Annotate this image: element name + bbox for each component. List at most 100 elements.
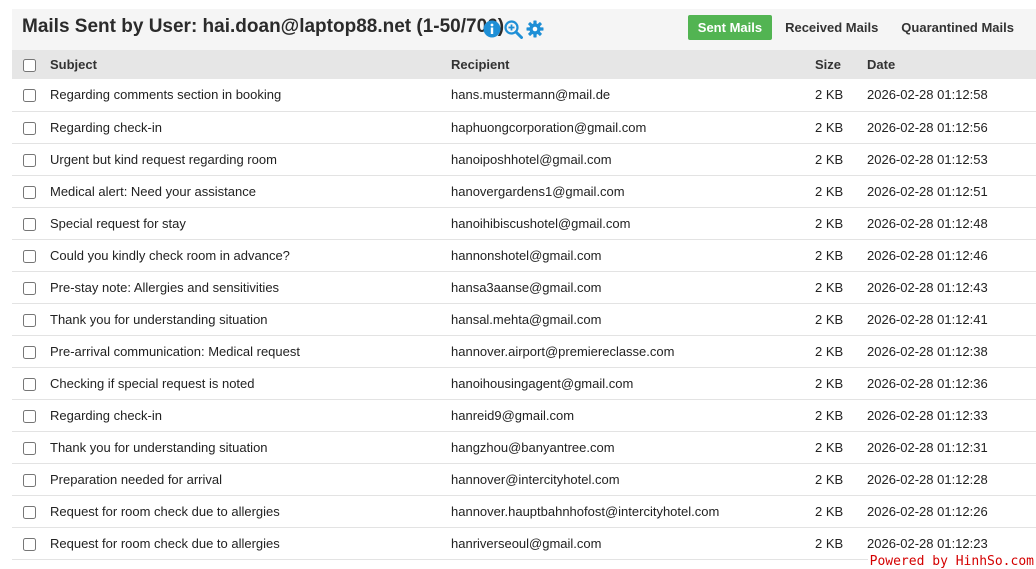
tab-sent-mails[interactable]: Sent Mails <box>687 15 773 40</box>
cell-size: 2 KB <box>815 535 844 551</box>
cell-date: 2026-02-28 01:12:41 <box>867 311 988 327</box>
row-select-cell <box>12 175 50 207</box>
table-row[interactable]: Could you kindly check room in advance? h… <box>12 239 1036 271</box>
table-row[interactable]: Regarding comments section in booking han… <box>12 79 1036 111</box>
column-header-recipient[interactable]: Recipient <box>451 50 815 79</box>
column-header-date[interactable]: Date <box>867 50 1036 79</box>
row-checkbox[interactable] <box>23 153 36 167</box>
row-checkbox[interactable] <box>23 281 36 295</box>
table-row[interactable]: Special request for stay hanoihibiscushot… <box>12 207 1036 239</box>
row-select-cell <box>12 207 50 239</box>
row-checkbox[interactable] <box>23 249 36 263</box>
powered-by-footer: Powered by HinhSo.com <box>867 554 1036 569</box>
cell-subject[interactable]: Regarding comments section in booking <box>50 79 451 111</box>
cell-subject[interactable]: Urgent but kind request regarding room <box>50 143 451 175</box>
cell-size: 2 KB <box>815 119 844 135</box>
cell-recipient: hanoiposhhotel@gmail.com <box>451 151 612 167</box>
mail-panel: Mails Sent by User: hai.doan@laptop88.ne… <box>12 9 1036 569</box>
info-icon[interactable] <box>483 20 501 39</box>
cell-subject[interactable]: Special request for stay <box>50 207 451 239</box>
zoom-in-icon[interactable] <box>504 20 523 39</box>
row-select-cell <box>12 335 50 367</box>
row-select-cell <box>12 431 50 463</box>
table-row[interactable]: Pre-arrival communication: Medical reque… <box>12 335 1036 367</box>
cell-date: 2026-02-28 01:12:58 <box>867 87 988 103</box>
row-select-cell <box>12 143 50 175</box>
gear-icon[interactable] <box>526 20 544 39</box>
table-row[interactable]: Thank you for understanding situation han… <box>12 431 1036 463</box>
row-checkbox[interactable] <box>23 345 36 359</box>
row-checkbox[interactable] <box>23 409 36 423</box>
table-row[interactable]: Urgent but kind request regarding room ha… <box>12 143 1036 175</box>
row-checkbox[interactable] <box>23 505 36 519</box>
table-row[interactable]: Pre-stay note: Allergies and sensitiviti… <box>12 271 1036 303</box>
row-checkbox[interactable] <box>23 441 36 455</box>
row-checkbox[interactable] <box>23 377 36 391</box>
cell-date: 2026-02-28 01:12:38 <box>867 343 988 359</box>
cell-recipient: hannonshotel@gmail.com <box>451 247 602 263</box>
cell-size: 2 KB <box>815 279 844 295</box>
cell-date: 2026-02-28 01:12:46 <box>867 247 988 263</box>
row-checkbox[interactable] <box>23 121 36 135</box>
row-select-cell <box>12 399 50 431</box>
cell-subject[interactable]: Checking if special request is noted <box>50 367 451 399</box>
table-header-row: Subject Recipient Size Date <box>12 50 1036 79</box>
cell-date: 2026-02-28 01:12:26 <box>867 503 988 519</box>
row-checkbox[interactable] <box>23 89 36 103</box>
row-checkbox[interactable] <box>23 217 36 231</box>
cell-size: 2 KB <box>815 439 844 455</box>
cell-recipient: hanriverseoul@gmail.com <box>451 535 602 551</box>
row-checkbox[interactable] <box>23 313 36 327</box>
cell-subject[interactable]: Thank you for understanding situation <box>50 431 451 463</box>
select-all-checkbox[interactable] <box>23 59 36 73</box>
table-row[interactable]: Request for room check due to allergies h… <box>12 495 1036 527</box>
table-row[interactable]: Regarding check-in haphuongcorporation@gm… <box>12 111 1036 143</box>
row-checkbox[interactable] <box>23 473 36 487</box>
cell-recipient: hanovergardens1@gmail.com <box>451 183 625 199</box>
cell-date: 2026-02-28 01:12:53 <box>867 151 988 167</box>
cell-subject[interactable]: Thank you for understanding situation <box>50 303 451 335</box>
table-row[interactable]: Thank you for understanding situation han… <box>12 303 1036 335</box>
table-row[interactable]: Regarding check-in hanreid9@gmail.com 2 KB… <box>12 399 1036 431</box>
cell-subject[interactable]: Request for room check due to allergies <box>50 495 451 527</box>
cell-recipient: haphuongcorporation@gmail.com <box>451 119 647 135</box>
cell-subject[interactable]: Could you kindly check room in advance? <box>50 239 451 271</box>
cell-date: 2026-02-28 01:12:36 <box>867 375 988 391</box>
cell-size: 2 KB <box>815 151 844 167</box>
mail-table: Subject Recipient Size Date Regarding co… <box>12 50 1036 560</box>
cell-date: 2026-02-28 01:12:28 <box>867 471 988 487</box>
row-select-cell <box>12 367 50 399</box>
cell-date: 2026-02-28 01:12:43 <box>867 279 988 295</box>
row-select-cell <box>12 111 50 143</box>
cell-subject[interactable]: Pre-stay note: Allergies and sensitiviti… <box>50 271 451 303</box>
cell-size: 2 KB <box>815 311 844 327</box>
cell-subject[interactable]: Regarding check-in <box>50 111 451 143</box>
tab-received-mails[interactable]: Received Mails <box>775 15 888 40</box>
table-row[interactable]: Preparation needed for arrival hannover@i… <box>12 463 1036 495</box>
row-checkbox[interactable] <box>23 537 36 551</box>
column-header-size[interactable]: Size <box>815 50 867 79</box>
cell-recipient: hansa3aanse@gmail.com <box>451 279 602 295</box>
select-all-cell <box>12 50 50 79</box>
cell-date: 2026-02-28 01:12:33 <box>867 407 988 423</box>
cell-subject[interactable]: Medical alert: Need your assistance <box>50 175 451 207</box>
table-row[interactable]: Checking if special request is noted hano… <box>12 367 1036 399</box>
cell-subject[interactable]: Pre-arrival communication: Medical reque… <box>50 335 451 367</box>
cell-size: 2 KB <box>815 247 844 263</box>
row-select-cell <box>12 239 50 271</box>
cell-subject[interactable]: Request for room check due to allergies <box>50 527 451 559</box>
cell-size: 2 KB <box>815 471 844 487</box>
column-header-subject[interactable]: Subject <box>50 50 451 79</box>
table-row[interactable]: Medical alert: Need your assistance hanov… <box>12 175 1036 207</box>
cell-date: 2026-02-28 01:12:31 <box>867 439 988 455</box>
cell-subject[interactable]: Regarding check-in <box>50 399 451 431</box>
cell-size: 2 KB <box>815 407 844 423</box>
cell-subject[interactable]: Preparation needed for arrival <box>50 463 451 495</box>
row-select-cell <box>12 495 50 527</box>
tab-quarantined-mails[interactable]: Quarantined Mails <box>891 15 1024 40</box>
cell-size: 2 KB <box>815 87 844 103</box>
cell-date: 2026-02-28 01:12:48 <box>867 215 988 231</box>
row-checkbox[interactable] <box>23 185 36 199</box>
cell-size: 2 KB <box>815 183 844 199</box>
cell-size: 2 KB <box>815 375 844 391</box>
